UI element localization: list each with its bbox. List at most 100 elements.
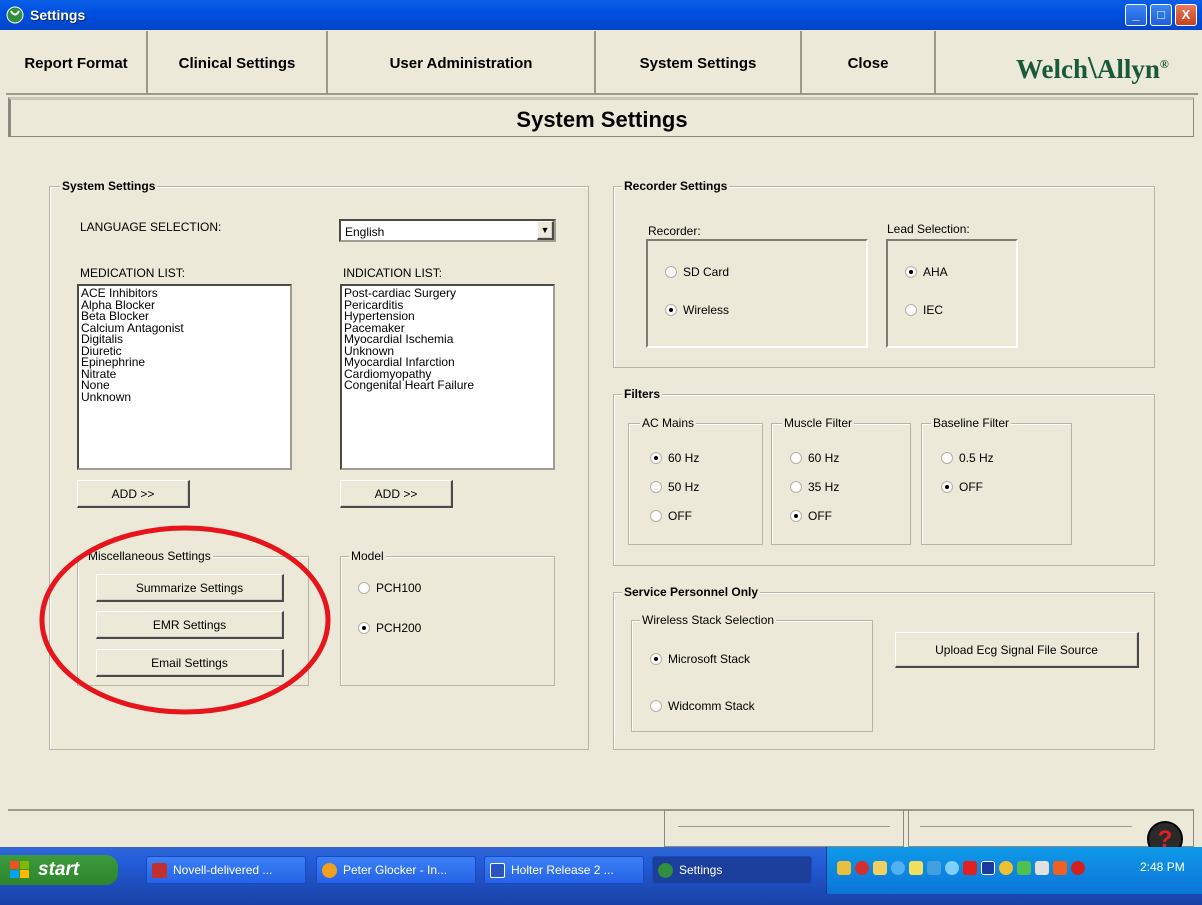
radio-button-icon xyxy=(650,481,662,493)
tray-icon[interactable] xyxy=(855,861,869,875)
service-personnel-label: Service Personnel Only xyxy=(622,585,761,599)
divider xyxy=(678,826,890,827)
radio-label: Widcomm Stack xyxy=(668,699,755,713)
page-header: System Settings xyxy=(8,97,1194,137)
stack-radio-microsoft[interactable]: Microsoft Stack xyxy=(650,652,750,666)
wireless-stack-group xyxy=(631,620,873,732)
radio-selected-icon xyxy=(941,481,953,493)
radio-button-icon xyxy=(941,452,953,464)
radio-label: OFF xyxy=(959,480,983,494)
tray-icon[interactable] xyxy=(1017,861,1031,875)
lead-selection-label: Lead Selection: xyxy=(887,222,970,236)
tray-icon[interactable] xyxy=(1053,861,1067,875)
radio-label: 35 Hz xyxy=(808,480,840,494)
task-holter-release[interactable]: Holter Release 2 ... xyxy=(484,856,644,884)
model-radio-pch200[interactable]: PCH200 xyxy=(358,621,421,635)
radio-label: AHA xyxy=(923,265,948,279)
muscle-radio-60hz[interactable]: 60 Hz xyxy=(790,451,839,465)
indication-listbox[interactable]: Post-cardiac Surgery Pericarditis Hyperten… xyxy=(340,284,555,470)
baseline-radio-05hz[interactable]: 0.5 Hz xyxy=(941,451,994,465)
task-settings[interactable]: Settings xyxy=(652,856,812,884)
tray-icon[interactable] xyxy=(999,861,1013,875)
novell-icon xyxy=(152,863,167,878)
word-document-icon xyxy=(490,863,505,878)
muscle-radio-off[interactable]: OFF xyxy=(790,509,832,523)
radio-button-icon xyxy=(650,700,662,712)
tray-icon[interactable] xyxy=(873,861,887,875)
list-item[interactable]: Unknown xyxy=(81,391,288,404)
task-label: Novell-delivered ... xyxy=(173,863,273,877)
tab-system-settings[interactable]: System Settings xyxy=(596,31,802,95)
language-select[interactable]: English ▼ xyxy=(339,219,556,242)
chevron-down-icon: ▼ xyxy=(540,225,550,235)
taskbar: start Novell-delivered ... Peter Glocker… xyxy=(0,847,1202,905)
radio-button-icon xyxy=(665,266,677,278)
tray-icon[interactable] xyxy=(1071,861,1085,875)
minimize-icon: _ xyxy=(1132,7,1140,22)
radio-selected-icon xyxy=(905,266,917,278)
task-peter-glocker[interactable]: Peter Glocker - In... xyxy=(316,856,476,884)
dropdown-button[interactable]: ▼ xyxy=(537,221,554,240)
ac-mains-radio-50hz[interactable]: 50 Hz xyxy=(650,480,699,494)
system-settings-group-label: System Settings xyxy=(60,179,158,193)
radio-label: OFF xyxy=(668,509,692,523)
ac-mains-radio-60hz[interactable]: 60 Hz xyxy=(650,451,699,465)
page-title: System Settings xyxy=(516,107,688,132)
task-novell[interactable]: Novell-delivered ... xyxy=(146,856,306,884)
upload-ecg-signal-button[interactable]: Upload Ecg Signal File Source xyxy=(895,632,1139,668)
status-panel xyxy=(664,809,904,847)
tray-icon[interactable] xyxy=(909,861,923,875)
model-radio-pch100[interactable]: PCH100 xyxy=(358,581,421,595)
tab-report-format[interactable]: Report Format xyxy=(6,31,148,95)
muscle-radio-35hz[interactable]: 35 Hz xyxy=(790,480,839,494)
maximize-button[interactable]: □ xyxy=(1150,4,1172,26)
tab-user-administration[interactable]: User Administration xyxy=(328,31,596,95)
language-select-value: English xyxy=(345,225,385,239)
radio-selected-icon xyxy=(790,510,802,522)
annotation-circle xyxy=(39,525,331,715)
list-item[interactable]: Nitrate xyxy=(81,368,288,381)
welch-allyn-logo: Welch\Allyn® xyxy=(1016,49,1169,85)
tray-icon[interactable] xyxy=(945,861,959,875)
title-bar[interactable]: Settings _ □ X xyxy=(0,0,1202,30)
recorder-settings-label: Recorder Settings xyxy=(622,179,730,193)
indication-label: INDICATION LIST: xyxy=(343,266,443,280)
list-item[interactable]: Congenital Heart Failure xyxy=(344,379,551,392)
speaker-icon[interactable] xyxy=(1035,861,1049,875)
start-label: start xyxy=(38,859,80,880)
radio-label: 50 Hz xyxy=(668,480,700,494)
radio-selected-icon xyxy=(650,653,662,665)
add-medication-button[interactable]: ADD >> xyxy=(77,480,190,508)
task-label: Settings xyxy=(679,863,723,877)
ac-mains-radio-off[interactable]: OFF xyxy=(650,509,692,523)
radio-label: OFF xyxy=(808,509,832,523)
tray-icon[interactable] xyxy=(963,861,977,875)
lead-radio-iec[interactable]: IEC xyxy=(905,303,943,317)
tab-clinical-settings[interactable]: Clinical Settings xyxy=(148,31,328,95)
recorder-radio-sd-card[interactable]: SD Card xyxy=(665,265,729,279)
radio-selected-icon xyxy=(650,452,662,464)
stack-radio-widcomm[interactable]: Widcomm Stack xyxy=(650,699,755,713)
menu-bar: Report Format Clinical Settings User Adm… xyxy=(6,31,1198,95)
add-indication-button[interactable]: ADD >> xyxy=(340,480,453,508)
tray-icon[interactable] xyxy=(891,861,905,875)
baseline-radio-off[interactable]: OFF xyxy=(941,480,983,494)
minimize-button[interactable]: _ xyxy=(1125,4,1147,26)
medication-label: MEDICATION LIST: xyxy=(80,266,186,280)
radio-selected-icon xyxy=(358,622,370,634)
recorder-radio-wireless[interactable]: Wireless xyxy=(665,303,729,317)
lead-radio-aha[interactable]: AHA xyxy=(905,265,948,279)
network-icon[interactable] xyxy=(927,861,941,875)
tray-icon[interactable] xyxy=(837,861,851,875)
task-label: Peter Glocker - In... xyxy=(343,863,448,877)
close-window-button[interactable]: X xyxy=(1175,4,1197,26)
window-title: Settings xyxy=(30,7,86,23)
app-icon xyxy=(6,6,24,24)
start-button[interactable]: start xyxy=(0,855,118,885)
tab-close[interactable]: Close xyxy=(802,31,936,95)
filters-label: Filters xyxy=(622,387,663,401)
muscle-filter-label: Muscle Filter xyxy=(782,416,855,430)
medication-listbox[interactable]: ACE Inhibitors Alpha Blocker Beta Blocker C… xyxy=(77,284,292,470)
tray-icon[interactable] xyxy=(981,861,995,875)
radio-label: SD Card xyxy=(683,265,730,279)
